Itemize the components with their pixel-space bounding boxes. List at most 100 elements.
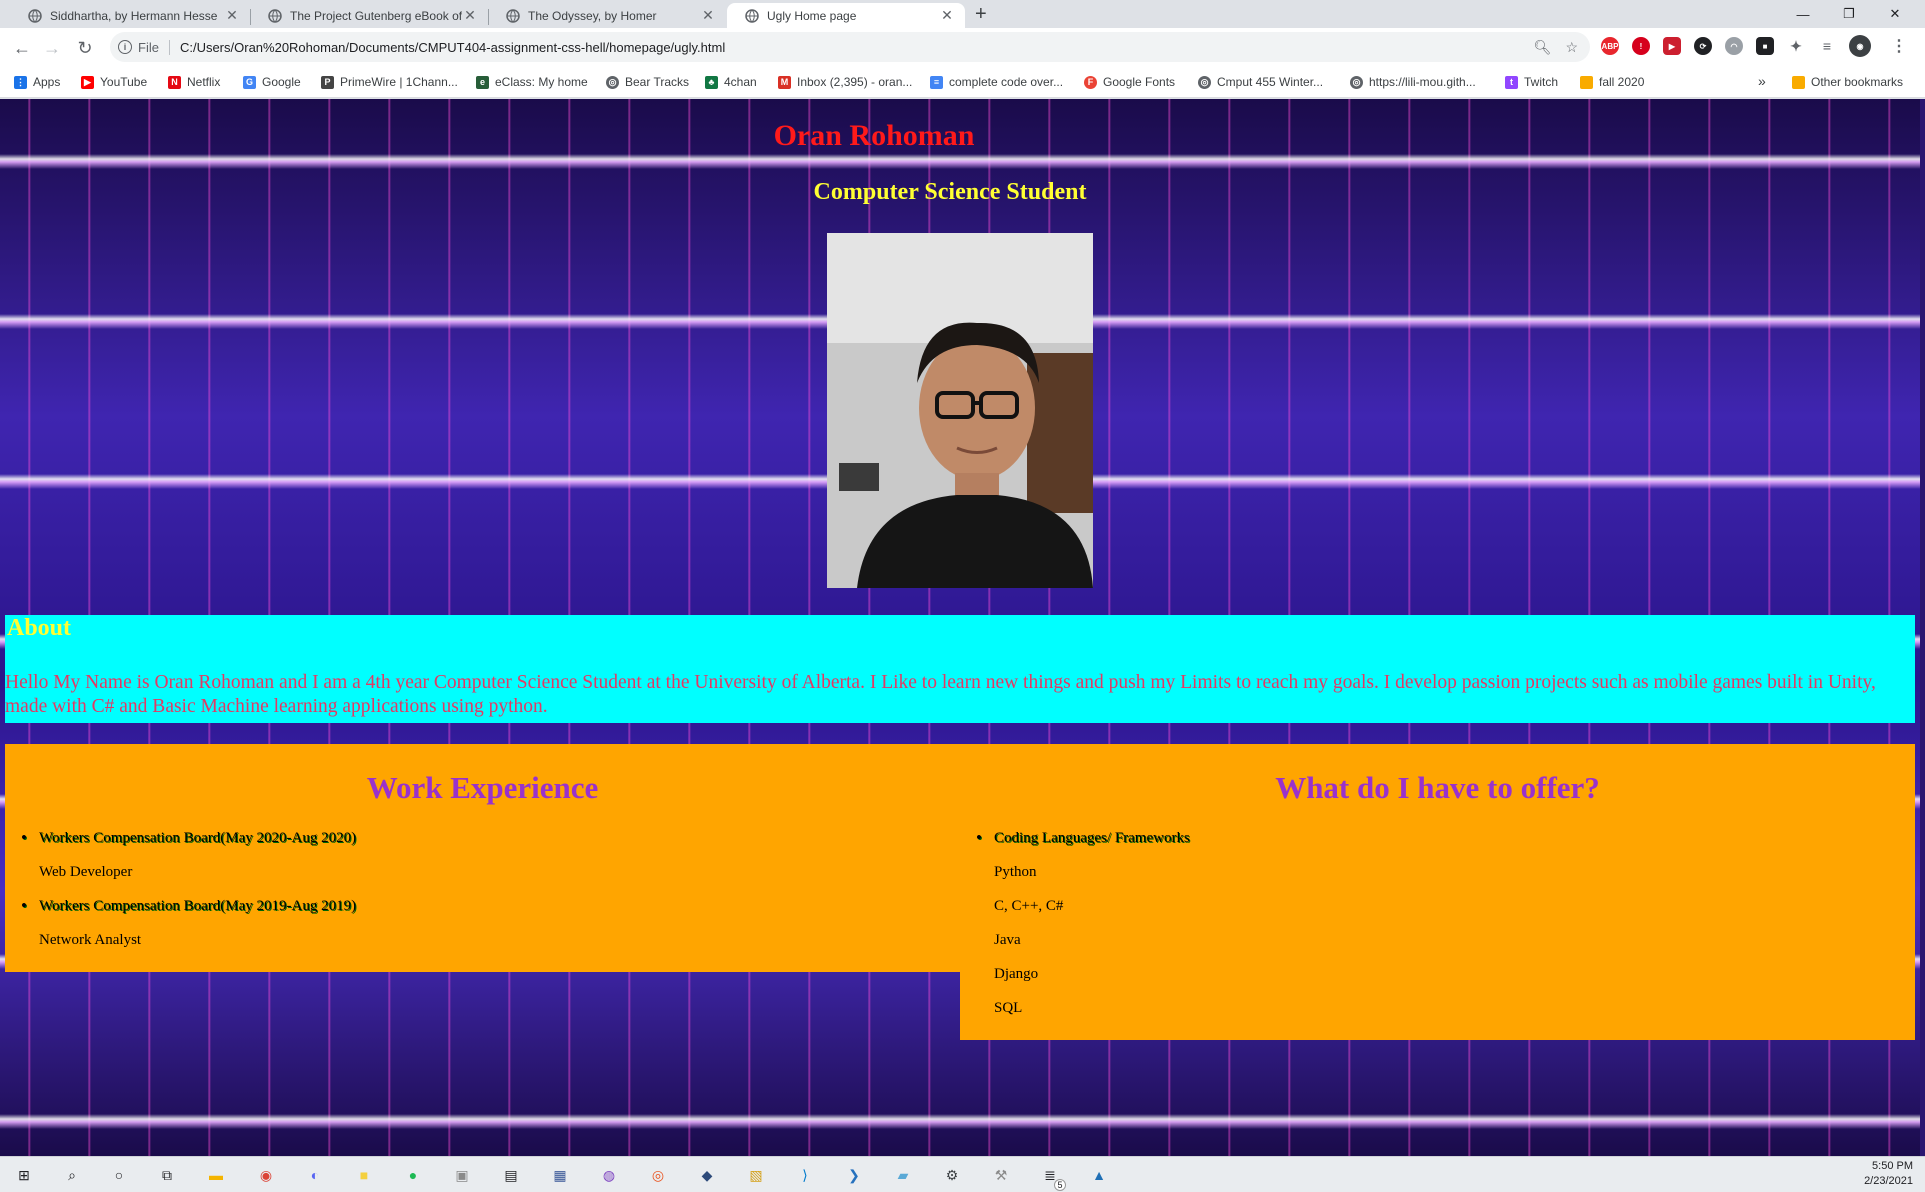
- bookmark-eclass[interactable]: e eClass: My home: [476, 75, 588, 89]
- folder-icon: [1580, 75, 1593, 89]
- sticky-notes-icon[interactable]: ■: [354, 1165, 374, 1185]
- settings-gear-icon[interactable]: ⚙: [942, 1165, 962, 1185]
- zoom-icon[interactable]: 🔍︎: [1534, 39, 1552, 56]
- spotify-icon[interactable]: ●: [403, 1165, 423, 1185]
- eclass-icon: e: [476, 75, 489, 89]
- video-extension-icon[interactable]: ▶: [1663, 37, 1681, 55]
- close-tab-icon[interactable]: ✕: [462, 7, 478, 24]
- file-explorer-icon[interactable]: ▬: [206, 1165, 226, 1185]
- adblock-extension-icon[interactable]: ABP: [1601, 37, 1619, 55]
- tab-ugly-home-page[interactable]: Ugly Home page ✕: [727, 3, 965, 28]
- red-extension-icon[interactable]: !: [1632, 37, 1650, 55]
- restore-button[interactable]: ❐: [1826, 0, 1872, 28]
- bookmark-google-fonts[interactable]: F Google Fonts: [1084, 75, 1175, 89]
- system-clock[interactable]: 5:50 PM 2/23/2021: [1864, 1159, 1913, 1189]
- bookmark-other-bookmarks[interactable]: Other bookmarks: [1792, 75, 1903, 89]
- bookmark-fall-2020[interactable]: fall 2020: [1580, 75, 1644, 89]
- bookmark-label: eClass: My home: [495, 75, 588, 89]
- close-tab-icon[interactable]: ✕: [939, 7, 955, 24]
- twitch-icon: t: [1505, 75, 1518, 89]
- purple-app-icon[interactable]: ◍: [599, 1165, 619, 1185]
- bookmark-label: https://lili-mou.gith...: [1369, 75, 1476, 89]
- puzzle-extensions-icon[interactable]: ✦: [1787, 37, 1805, 55]
- tab-title: Ugly Home page: [767, 8, 857, 23]
- about-text: Hello My Name is Oran Rohoman and I am a…: [5, 672, 1876, 717]
- bookmark-code-overview[interactable]: ≡ complete code over...: [930, 75, 1063, 89]
- vscode-icon[interactable]: ⟩: [795, 1165, 815, 1185]
- bookmark-youtube[interactable]: ▶ YouTube: [81, 75, 147, 89]
- virtualbox-icon[interactable]: ◆: [697, 1165, 717, 1185]
- python-icon[interactable]: ▧: [746, 1165, 766, 1185]
- docs-icon: ≡: [930, 75, 943, 89]
- tab-siddhartha[interactable]: Siddhartha, by Hermann Hesse ✕: [10, 3, 250, 28]
- bookmark-label: complete code over...: [949, 75, 1064, 89]
- bookmarks-bar: ⋮ Apps ▶ YouTube N Netflix G Google P PrimeWi…: [0, 68, 1925, 98]
- reload-button[interactable]: ↻: [73, 36, 97, 60]
- dark-extension-icon[interactable]: ■: [1756, 37, 1774, 55]
- forward-button[interactable]: →: [40, 36, 64, 60]
- grey-extension-icon[interactable]: ◠: [1725, 37, 1743, 55]
- close-window-button[interactable]: ✕: [1872, 0, 1918, 28]
- bookmark-netflix[interactable]: N Netflix: [168, 75, 220, 89]
- address-bar[interactable]: i File C:/Users/Oran%20Rohoman/Documents…: [110, 32, 1590, 62]
- bookmark-4chan[interactable]: ♣ 4chan: [705, 75, 757, 89]
- bookmark-apps[interactable]: ⋮ Apps: [14, 75, 60, 89]
- stacked-app-icon[interactable]: ≣ 5: [1040, 1165, 1066, 1191]
- list-item: SQL: [994, 1000, 1023, 1016]
- work-experience-heading: Work Experience: [366, 770, 599, 805]
- minimize-button[interactable]: —: [1780, 0, 1826, 28]
- folder-app-icon[interactable]: ▰: [893, 1165, 913, 1185]
- bookmark-lili-mou[interactable]: ◎ https://lili-mou.gith...: [1350, 75, 1476, 89]
- windows-taskbar: ⊞ ⌕ ○ ⧉ ▬ ◉ ◐ ■ ● ▣ ▤ ▦ ◍ ◎ ◆ ▧ ⟩ ❯ ▰ ⚙ …: [0, 1156, 1925, 1192]
- info-icon[interactable]: i: [118, 40, 132, 54]
- bookmark-primewire[interactable]: P PrimeWire | 1Chann...: [321, 75, 458, 89]
- task-view-icon[interactable]: ⧉: [157, 1165, 177, 1185]
- list-item: Network Analyst: [39, 932, 142, 948]
- bookmarks-overflow-button[interactable]: »: [1758, 73, 1766, 89]
- bookmark-gmail-inbox[interactable]: M Inbox (2,395) - oran...: [778, 75, 912, 89]
- bookmark-cmput455[interactable]: ◎ Cmput 455 Winter...: [1198, 75, 1323, 89]
- clock-time: 5:50 PM: [1872, 1160, 1913, 1172]
- close-tab-icon[interactable]: ✕: [224, 7, 240, 24]
- tab-gutenberg[interactable]: The Project Gutenberg eBook of ✕: [250, 3, 488, 28]
- address-url[interactable]: C:/Users/Oran%20Rohoman/Documents/CMPUT4…: [180, 40, 725, 55]
- photos-icon[interactable]: ▲: [1089, 1165, 1109, 1185]
- bookmark-label: Google Fonts: [1103, 75, 1176, 89]
- discord-icon[interactable]: ◐: [305, 1165, 325, 1185]
- powershell-icon[interactable]: ❯: [844, 1165, 864, 1185]
- tab-odyssey[interactable]: The Odyssey, by Homer ✕: [488, 3, 726, 28]
- page-title: Oran Rohoman: [773, 119, 975, 152]
- bookmark-google[interactable]: G Google: [243, 75, 301, 89]
- profile-avatar[interactable]: ◉: [1849, 35, 1871, 57]
- globe-icon: ◎: [606, 75, 619, 89]
- bookmark-label: fall 2020: [1599, 75, 1645, 89]
- new-tab-button[interactable]: +: [975, 3, 987, 26]
- page-scrollbar[interactable]: [1920, 99, 1925, 1156]
- app-icon[interactable]: ▦: [550, 1165, 570, 1185]
- menu-kebab-icon[interactable]: ⋮: [1890, 37, 1908, 55]
- bookmark-twitch[interactable]: t Twitch: [1505, 75, 1558, 89]
- bookmark-label: 4chan: [724, 75, 757, 89]
- bookmark-label: Other bookmarks: [1811, 75, 1904, 89]
- notification-badge: 5: [1054, 1179, 1066, 1191]
- tool-app-icon[interactable]: ⚒: [991, 1165, 1011, 1185]
- ubuntu-icon[interactable]: ◎: [648, 1165, 668, 1185]
- terminal-icon[interactable]: ▤: [501, 1165, 521, 1185]
- start-windows-icon[interactable]: ⊞: [14, 1165, 34, 1185]
- list-item: Workers Compensation Board(May 2020-Aug …: [21, 828, 356, 862]
- tab-strip: Siddhartha, by Hermann Hesse ✕ The Proje…: [0, 0, 1925, 28]
- cortana-circle-icon[interactable]: ○: [109, 1165, 129, 1185]
- back-button[interactable]: ←: [10, 36, 34, 60]
- sync-extension-icon[interactable]: ⟳: [1694, 37, 1712, 55]
- media-control-icon[interactable]: ≡: [1818, 37, 1836, 55]
- image-viewer-icon[interactable]: ▣: [452, 1165, 472, 1185]
- close-tab-icon[interactable]: ✕: [700, 7, 716, 24]
- search-icon[interactable]: ⌕: [62, 1165, 82, 1185]
- globe-icon: [268, 8, 282, 23]
- gmail-icon: M: [778, 75, 791, 89]
- bookmark-label: Inbox (2,395) - oran...: [797, 75, 913, 89]
- list-item: Workers Compensation Board(May 2019-Aug …: [21, 896, 356, 930]
- chrome-icon[interactable]: ◉: [256, 1165, 276, 1185]
- bookmark-star-icon[interactable]: ☆: [1565, 39, 1578, 56]
- bookmark-bear-tracks[interactable]: ◎ Bear Tracks: [606, 75, 689, 89]
